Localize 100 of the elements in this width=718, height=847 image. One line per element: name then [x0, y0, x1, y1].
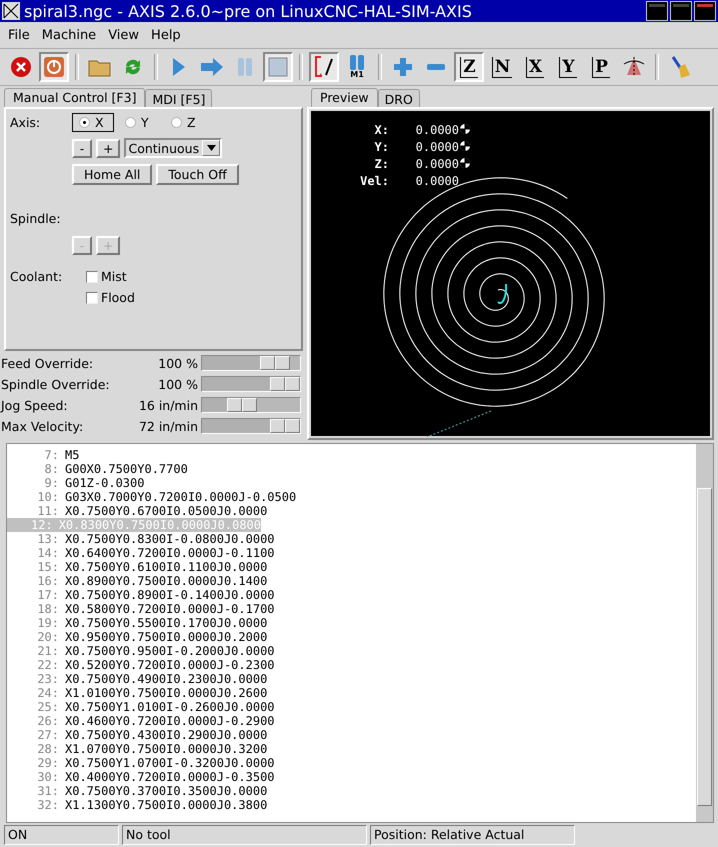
dro-value: 0.0000 [414, 157, 459, 171]
code-text: G01Z-0.0300 [65, 476, 144, 490]
menu-item[interactable]: Machine [38, 26, 100, 44]
code-line[interactable]: 24: X1.0100Y0.7500I0.0000J0.2600 [7, 686, 696, 700]
code-text: X1.0700Y0.7500I0.0000J0.3200 [65, 742, 268, 756]
code-line[interactable]: 11: X0.7500Y0.6700I0.0500J0.0000 [7, 504, 696, 518]
code-line[interactable]: 16: X0.8900Y0.7500I0.0000J0.1400 [7, 574, 696, 588]
line-number: 25: [36, 700, 60, 714]
code-text: X0.7500Y0.9500I-0.2000J0.0000 [65, 644, 275, 658]
code-line[interactable]: 7: M5 [7, 448, 696, 462]
axis-radio[interactable]: X [72, 113, 114, 132]
touch-off-button[interactable]: Touch Off [156, 164, 239, 185]
tab[interactable]: DRO [378, 89, 420, 107]
code-line[interactable]: 26: X0.4600Y0.7200I0.0000J-0.2900 [7, 714, 696, 728]
line-number: 27: [36, 728, 60, 742]
menu-item[interactable]: File [4, 26, 34, 44]
dro-label: Y: [374, 140, 389, 154]
code-text: X0.9500Y0.7500I0.0000J0.2000 [65, 630, 268, 644]
tab[interactable]: Manual Control [F3] [4, 88, 146, 107]
tab[interactable]: MDI [F5] [145, 89, 212, 107]
coolant-checkbox[interactable]: Flood [86, 290, 135, 305]
line-number: 31: [36, 784, 60, 798]
line-number: 8: [44, 462, 60, 476]
axis-radio[interactable]: Z [164, 113, 206, 132]
code-line[interactable]: 27: X0.7500Y0.4300I0.2900J0.0000 [7, 728, 696, 742]
slider-label: Feed Override: [1, 356, 94, 370]
code-line[interactable]: 20: X0.9500Y0.7500I0.0000J0.2000 [7, 630, 696, 644]
code-text: X1.1300Y0.7500I0.0000J0.3800 [65, 798, 268, 812]
code-line[interactable]: 15: X0.7500Y0.6100I0.1100J0.0000 [7, 560, 696, 574]
code-line[interactable]: 9: G01Z-0.0300 [7, 476, 696, 490]
line-number: 32: [36, 798, 60, 812]
code-line[interactable]: 28: X1.0700Y0.7500I0.0000J0.3200 [7, 742, 696, 756]
code-line[interactable]: 18: X0.5800Y0.7200I0.0000J-0.1700 [7, 602, 696, 616]
code-line[interactable]: 14: X0.6400Y0.7200I0.0000J-0.1100 [7, 546, 696, 560]
code-line[interactable]: 30: X0.4000Y0.7200I0.0000J-0.3500 [7, 770, 696, 784]
jog-minus-button[interactable]: - [72, 138, 92, 158]
toolbar-button[interactable]: N [487, 52, 517, 82]
line-number: 17: [36, 588, 60, 602]
line-number: 10: [36, 490, 60, 504]
scrollbar[interactable] [696, 444, 713, 822]
code-line[interactable]: 22: X0.5200Y0.7200I0.0000J-0.2300 [7, 658, 696, 672]
code-text: X0.5200Y0.7200I0.0000J-0.2300 [65, 658, 275, 672]
code-line[interactable]: 32: X1.1300Y0.7500I0.0000J0.3800 [7, 798, 696, 812]
jog-plus-button[interactable]: + [96, 138, 120, 158]
slider-reading: 100 % [157, 376, 198, 392]
window-control-icon[interactable] [694, 1, 716, 21]
axis-label: Axis: [10, 115, 42, 130]
window-title: spiral3.ngc - AXIS 2.6.0~pre on LinuxCNC-HAL-SIM-AXIS [23, 2, 473, 20]
code-text: X0.7500Y0.8900I-0.1400J0.0000 [65, 588, 275, 602]
slider-track[interactable] [201, 355, 301, 371]
slider-reading: 72 in/min [138, 418, 198, 434]
code-text: X0.4600Y0.7200I0.0000J-0.2900 [65, 714, 275, 728]
code-line[interactable]: 31: X0.7500Y0.3700I0.3500J0.0000 [7, 784, 696, 798]
toolbar-button[interactable]: Y [553, 52, 583, 82]
menu-item[interactable]: View [104, 26, 144, 44]
dro-value: 0.0000 [414, 123, 459, 137]
window-control-icon[interactable] [646, 1, 668, 21]
code-text: M5 [65, 448, 80, 462]
line-number: 15: [36, 560, 60, 574]
window-menu-icon[interactable] [2, 2, 20, 20]
line-number: 9: [44, 476, 60, 490]
status-field: Position: Relative Actual [370, 825, 575, 845]
dro-value: 0.0000 [414, 174, 459, 188]
code-line[interactable]: 17: X0.7500Y0.8900I-0.1400J0.0000 [7, 588, 696, 602]
line-number: 22: [36, 658, 60, 672]
toolbar-button[interactable]: Z [454, 52, 484, 82]
code-text: X0.7500Y0.4300I0.2900J0.0000 [65, 728, 268, 742]
axis-radio[interactable]: Y [118, 113, 160, 132]
jog-mode-dropdown[interactable]: Continuous [124, 138, 222, 158]
code-line[interactable]: 8: G00X0.7500Y0.7700 [7, 462, 696, 476]
cone-icon [622, 56, 646, 78]
code-line[interactable]: 21: X0.7500Y0.9500I-0.2000J0.0000 [7, 644, 696, 658]
code-text: X0.7500Y0.6700I0.0500J0.0000 [65, 504, 268, 518]
line-number: 16: [36, 574, 60, 588]
window-control-icon[interactable] [670, 1, 692, 21]
code-text: X0.6400Y0.7200I0.0000J-0.1100 [65, 546, 275, 560]
tab[interactable]: Preview [311, 88, 378, 107]
stop-sign-icon [10, 56, 32, 78]
coolant-checkbox[interactable]: Mist [86, 269, 135, 284]
arrow-right-icon [200, 57, 224, 77]
toolbar-button[interactable]: X [520, 52, 550, 82]
home-all-button[interactable]: Home All [72, 164, 152, 185]
code-text: X0.7500Y1.0100I-0.2600J0.0000 [65, 700, 275, 714]
slider-track[interactable] [201, 397, 301, 413]
code-text: X0.7500Y0.8300I-0.0800J0.0000 [65, 532, 275, 546]
line-number: 19: [36, 616, 60, 630]
code-line[interactable]: 10: G03X0.7000Y0.7200I0.0000J-0.0500 [7, 490, 696, 504]
code-line[interactable]: 19: X0.7500Y0.5500I0.1700J0.0000 [7, 616, 696, 630]
toolbar-button[interactable]: P [586, 52, 616, 82]
code-line[interactable]: 13: X0.7500Y0.8300I-0.0800J0.0000 [7, 532, 696, 546]
line-number: 12: [30, 518, 54, 532]
code-line[interactable]: 23: X0.7500Y0.4900I0.2300J0.0000 [7, 672, 696, 686]
toolbar-button[interactable] [309, 52, 339, 82]
code-line[interactable]: 25: X0.7500Y1.0100I-0.2600J0.0000 [7, 700, 696, 714]
code-line[interactable]: 29: X0.7500Y1.0700I-0.3200J0.0000 [7, 756, 696, 770]
code-text: X0.5800Y0.7200I0.0000J-0.1700 [65, 602, 275, 616]
spindle-label: Spindle: [10, 211, 62, 226]
code-text: X0.7500Y0.4900I0.2300J0.0000 [65, 672, 268, 686]
line-number: 14: [36, 546, 60, 560]
menu-item[interactable]: Help [147, 26, 185, 44]
